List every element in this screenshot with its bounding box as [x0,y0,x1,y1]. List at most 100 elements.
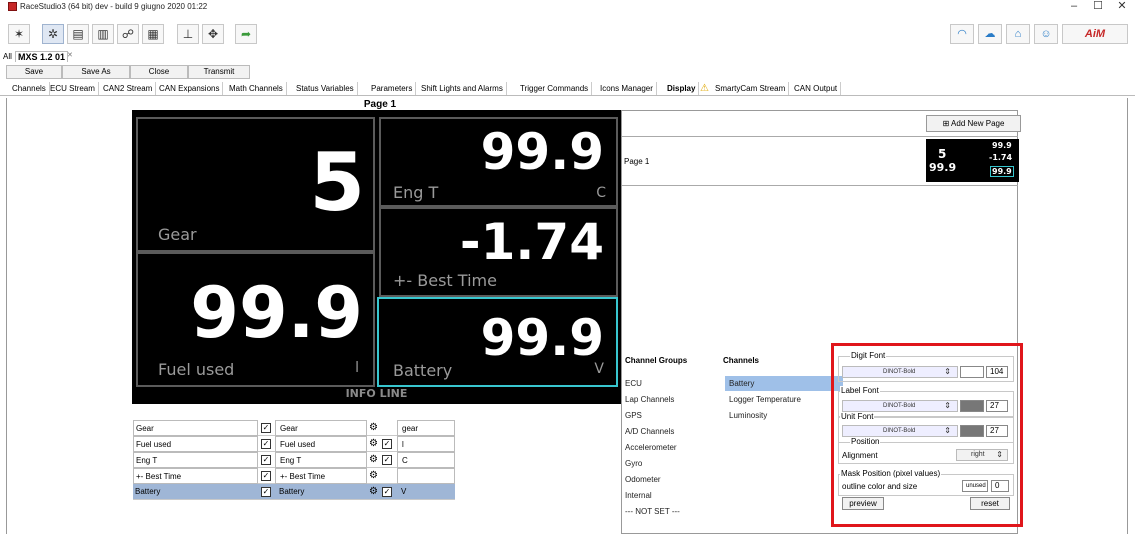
tab-ecu-stream[interactable]: ECU Stream [47,82,99,95]
data-download-icon[interactable]: ▤ [67,24,89,44]
unit-checkbox[interactable]: ✓ [382,439,392,449]
unit-checkbox[interactable]: ✓ [382,487,392,497]
tab-display[interactable]: Display [664,82,700,95]
row-channel[interactable]: Battery [275,484,367,500]
close-tab-icon[interactable]: ✕ [67,51,73,59]
battery-label: Battery [393,361,453,380]
settings-gear-icon[interactable]: ⚙ [369,468,381,484]
device-tab[interactable]: MXS 1.2 01 [15,51,69,62]
row-unit: gear [397,420,455,436]
tab-can-output[interactable]: CAN Output [791,82,842,95]
tab-can-expansions[interactable]: CAN Expansions [156,82,224,95]
title-bar: RaceStudio3 (64 bit) dev - build 9 giugn… [0,0,1135,14]
eng-t-cell[interactable]: 99.9 Eng T C [379,117,618,207]
analysis-icon[interactable]: ☍ [117,24,139,44]
minimize-button[interactable]: – [1062,0,1086,14]
track-icon[interactable]: ⊥ [177,24,199,44]
group-lap-channels[interactable]: Lap Channels [625,392,715,407]
add-new-page-button[interactable]: ⊞ Add New Page [926,115,1021,132]
unit-checkbox[interactable]: ✓ [382,455,392,465]
battery-cell[interactable]: 99.9 Battery V [377,297,618,387]
channels-header: Channels [723,356,760,365]
group-ad-channels[interactable]: A/D Channels [625,424,715,439]
row-label[interactable]: Battery [133,484,258,500]
tab-channels[interactable]: Channels [9,82,50,95]
tab-icons-manager[interactable]: Icons Manager [597,82,657,95]
group-gyro[interactable]: Gyro [625,456,715,471]
tools-icon[interactable]: ✶ [8,24,30,44]
row-channel[interactable]: Fuel used [275,436,367,452]
checkbox[interactable]: ✓ [261,487,271,497]
ecu-icon[interactable]: ⌂ [1006,24,1030,44]
row-label[interactable]: Eng T [133,452,258,468]
settings-gear-icon[interactable]: ⚙ [369,436,381,452]
page-title: Page 1 [363,99,397,110]
table-row[interactable]: Fuel used ✓ Fuel used ⚙ ✓ l [133,436,455,452]
row-label[interactable]: Gear [133,420,258,436]
configuration-icon[interactable]: ✲ [42,24,64,44]
file-icon[interactable]: ▥ [92,24,114,44]
row-channel[interactable]: +- Best Time [275,468,367,484]
checkbox[interactable]: ✓ [261,423,271,433]
gear-cell[interactable]: 5 Gear [136,117,375,252]
tab-can2-stream[interactable]: CAN2 Stream [100,82,157,95]
all-devices-tab[interactable]: All [3,52,12,61]
tab-parameters[interactable]: Parameters [368,82,417,95]
channel-groups-header: Channel Groups [625,356,688,365]
info-line: INFO LINE [345,387,408,400]
checkbox[interactable]: ✓ [261,455,271,465]
eng-t-unit: C [596,185,606,201]
settings-gear-icon[interactable]: ⚙ [369,452,381,468]
row-label[interactable]: +- Best Time [133,468,258,484]
tab-status-variables[interactable]: Status Variables [293,82,358,95]
maximize-button[interactable]: ☐ [1086,0,1110,14]
checkbox[interactable]: ✓ [261,439,271,449]
tab-trigger-commands[interactable]: Trigger Commands [517,82,593,95]
table-row[interactable]: Gear ✓ Gear ⚙ gear [133,420,455,436]
row-channel[interactable]: Eng T [275,452,367,468]
save-as-button[interactable]: Save As [62,65,130,79]
table-row[interactable]: Battery ✓ Battery ⚙ ✓ V [133,484,455,500]
user-icon[interactable]: ☺ [1034,24,1058,44]
best-time-cell[interactable]: -1.74 +- Best Time [379,207,618,297]
gear-value: 5 [309,136,365,229]
checkbox[interactable]: ✓ [261,471,271,481]
tab-smartycam-stream[interactable]: SmartyCam Stream [712,82,790,95]
thumb-best-value: -1.74 [989,153,1013,162]
page-row-label: Page 1 [624,157,650,166]
close-window-button[interactable]: ✕ [1110,0,1134,14]
settings-gear-icon[interactable]: ⚙ [369,484,381,500]
settings-gear-icon[interactable]: ⚙ [369,420,381,436]
group-ecu[interactable]: ECU [625,376,715,391]
chart-icon[interactable]: ▦ [142,24,164,44]
cloud-icon[interactable]: ☁ [978,24,1002,44]
wifi-icon[interactable]: ◠ [950,24,974,44]
thumb-engt-value: 99.9 [992,141,1012,150]
group-accelerometer[interactable]: Accelerometer [625,440,715,455]
eng-t-label: Eng T [393,183,439,202]
sensor-icon[interactable]: ✥ [202,24,224,44]
channel-logger-temperature[interactable]: Logger Temperature [725,392,843,407]
table-row[interactable]: +- Best Time ✓ +- Best Time ⚙ [133,468,455,484]
group-not-set[interactable]: --- NOT SET --- [625,504,715,519]
group-odometer[interactable]: Odometer [625,472,715,487]
row-channel[interactable]: Gear [275,420,367,436]
device-tabs: All MXS 1.2 01 ✕ [0,50,1135,64]
export-icon[interactable]: ➦ [235,24,257,44]
channel-luminosity[interactable]: Luminosity [725,408,843,423]
group-gps[interactable]: GPS [625,408,715,423]
tab-math-channels[interactable]: Math Channels [226,82,287,95]
save-button[interactable]: Save [6,65,62,79]
fuel-used-cell[interactable]: 99.9 Fuel used l [136,252,375,387]
group-internal[interactable]: Internal [625,488,715,503]
table-row[interactable]: Eng T ✓ Eng T ⚙ ✓ C [133,452,455,468]
transmit-button[interactable]: Transmit [188,65,250,79]
page-thumbnail[interactable]: 5 99.9 -1.74 99.9 99.9 [926,139,1019,182]
row-label[interactable]: Fuel used [133,436,258,452]
channel-battery[interactable]: Battery [725,376,843,391]
aim-logo-icon: AiM [1062,24,1128,44]
close-button[interactable]: Close [130,65,188,79]
best-time-value: -1.74 [459,213,604,271]
app-icon [8,2,17,11]
tab-shift-lights[interactable]: Shift Lights and Alarms [418,82,507,95]
